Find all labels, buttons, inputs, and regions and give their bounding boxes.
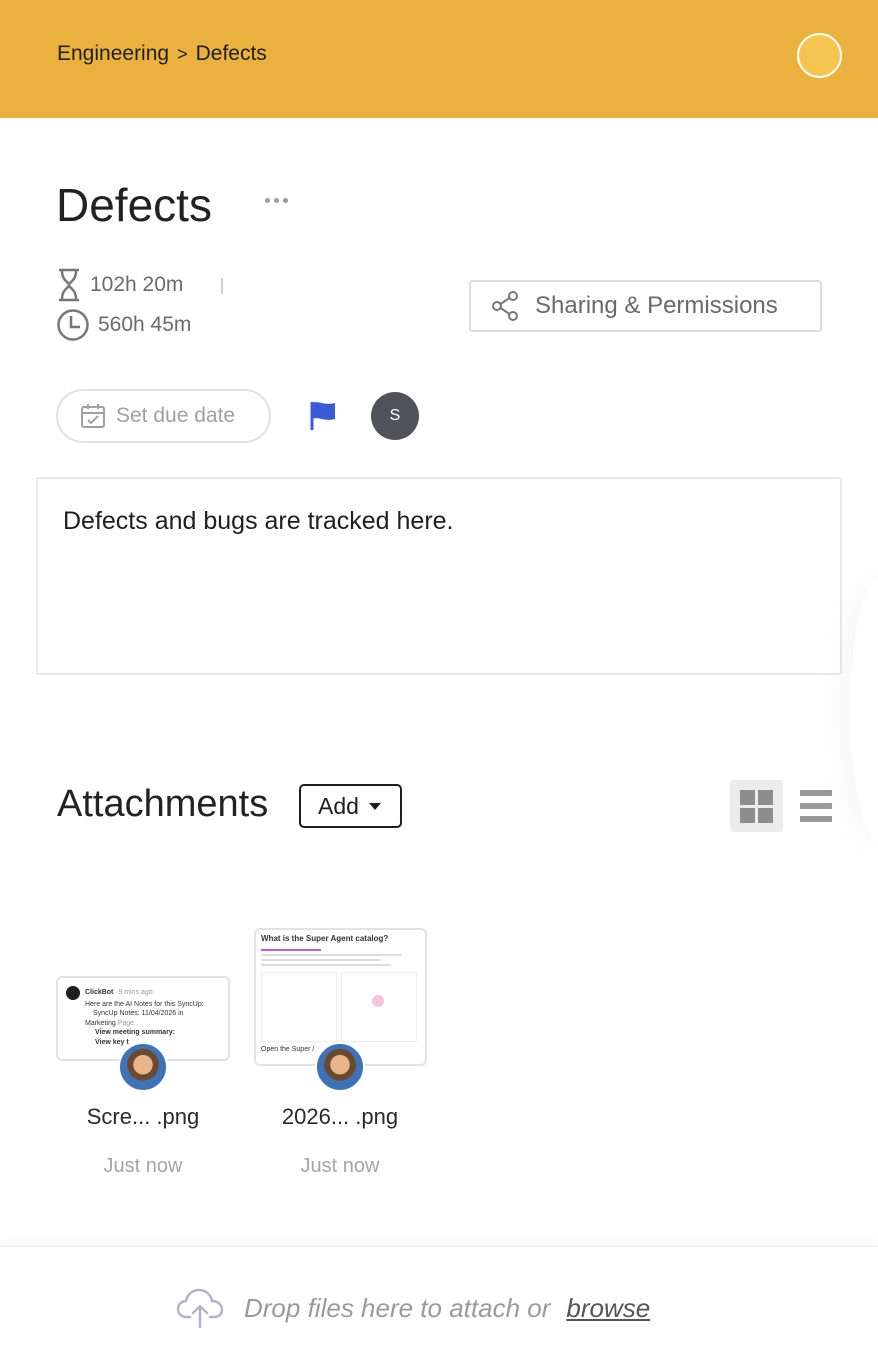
- add-attachment-button[interactable]: Add: [299, 784, 402, 828]
- time-tracked[interactable]: 102h 20m: [56, 268, 183, 302]
- breadcrumb-parent[interactable]: Engineering: [57, 42, 169, 66]
- more-options-icon[interactable]: [258, 188, 294, 212]
- hourglass-icon: [59, 268, 79, 302]
- preview-line: Marketing: [85, 1019, 116, 1027]
- drop-zone-text: Drop files here to attach or: [244, 1292, 551, 1323]
- assignee-avatar[interactable]: S: [371, 392, 419, 440]
- time-estimate[interactable]: 560h 45m: [56, 308, 191, 342]
- attachment-name[interactable]: 2026... .png: [250, 1104, 430, 1130]
- clock-icon: [57, 309, 89, 341]
- panel-shadow: [850, 580, 878, 840]
- text-placeholder: [261, 953, 401, 956]
- browse-link[interactable]: browse: [566, 1293, 650, 1324]
- preview-ago: 9 mins ago: [118, 989, 153, 997]
- due-date-label: Set due date: [116, 404, 236, 427]
- uploader-avatar: [118, 1042, 168, 1092]
- calendar-icon: [81, 404, 105, 428]
- breadcrumb: Engineering > Defects: [57, 42, 267, 66]
- description-editor[interactable]: Defects and bugs are tracked here.: [36, 477, 842, 675]
- list-view-icon[interactable]: [798, 788, 834, 824]
- flag-icon[interactable]: [308, 400, 338, 432]
- sharing-permissions-button[interactable]: Sharing & Permissions: [469, 280, 822, 332]
- add-label: Add: [318, 792, 359, 819]
- description-text: Defects and bugs are tracked here.: [63, 507, 454, 535]
- clickbot-logo-icon: [66, 986, 80, 1000]
- preview-dot: [372, 994, 384, 1007]
- page-title: Defects: [56, 179, 212, 231]
- cloud-upload-icon: [176, 1288, 224, 1329]
- time-tracked-value: 102h 20m: [90, 273, 184, 296]
- file-drop-zone[interactable]: Drop files here to attach or browse: [0, 1246, 878, 1368]
- attachments-title: Attachments: [57, 783, 269, 825]
- preview-line: View meeting summary:: [95, 1029, 176, 1037]
- text-placeholder: [261, 963, 391, 966]
- drop-zone-content: Drop files here to attach or browse: [176, 1287, 650, 1329]
- user-avatar-button[interactable]: [797, 33, 842, 78]
- text-placeholder: [261, 958, 381, 961]
- caret-down-icon: [368, 802, 381, 810]
- preview-panel: [341, 971, 417, 1042]
- attachment-time: Just now: [300, 1155, 380, 1177]
- divider: [221, 278, 223, 294]
- preview-panel: [261, 971, 337, 1042]
- time-estimate-value: 560h 45m: [98, 313, 192, 336]
- breadcrumb-separator: >: [177, 43, 188, 64]
- preview-sender: ClickBot: [85, 989, 114, 997]
- preview-line: Here are the AI Notes for this SyncUp:: [85, 1001, 204, 1008]
- attachment-time: Just now: [103, 1155, 183, 1177]
- share-icon: [492, 291, 518, 321]
- grid-view-icon[interactable]: [730, 780, 783, 832]
- top-bar: Engineering > Defects: [0, 0, 878, 118]
- preview-heading: What is the Super Agent catalog?: [261, 934, 389, 943]
- preview-line: SyncUp Notes: 11/04/2026 in: [93, 1010, 184, 1018]
- attachment-name[interactable]: Scre... .png: [53, 1104, 233, 1130]
- set-due-date-button[interactable]: Set due date: [56, 389, 271, 443]
- uploader-avatar: [315, 1042, 365, 1092]
- sharing-label: Sharing & Permissions: [535, 292, 778, 319]
- preview-line: Page: [117, 1019, 135, 1027]
- breadcrumb-current[interactable]: Defects: [196, 42, 267, 66]
- highlight-mark: [261, 948, 321, 951]
